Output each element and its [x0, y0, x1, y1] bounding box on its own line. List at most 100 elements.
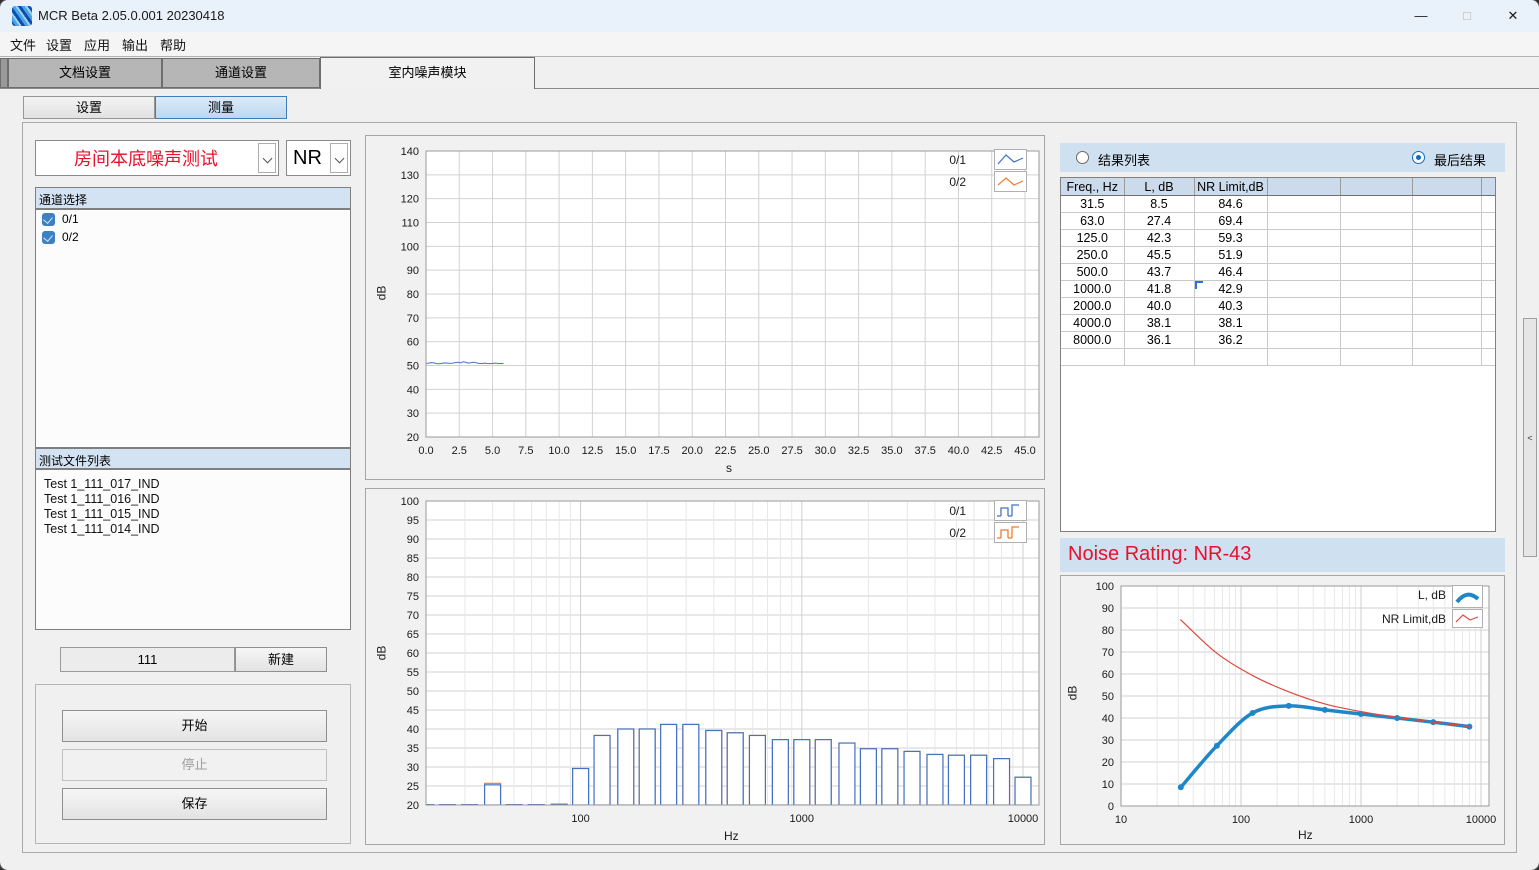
results-mode-bar: 结果列表 最后结果: [1060, 143, 1505, 172]
save-button[interactable]: 保存: [62, 788, 327, 820]
svg-text:45.0: 45.0: [1014, 445, 1035, 457]
svg-text:65: 65: [407, 629, 419, 641]
svg-text:60: 60: [407, 648, 419, 660]
file-listbox[interactable]: Test 1_111_017_IND Test 1_111_016_IND Te…: [35, 469, 351, 630]
svg-text:70: 70: [407, 313, 419, 325]
subtab-measure[interactable]: 测量: [155, 96, 287, 119]
table-cell: 40.0: [1124, 298, 1194, 315]
noise-rating-text: Noise Rating: NR-43: [1068, 543, 1251, 566]
table-row[interactable]: 31.58.584.6: [1061, 196, 1495, 213]
table-row[interactable]: [1061, 349, 1495, 366]
table-cell: [1124, 349, 1194, 366]
file-list-item[interactable]: Test 1_111_016_IND: [44, 492, 350, 507]
table-cell: [1481, 196, 1495, 213]
table-cell: [1412, 315, 1481, 332]
table-row[interactable]: 1000.041.842.9: [1061, 281, 1495, 298]
table-cell: [1267, 332, 1340, 349]
table-cell: [1267, 196, 1340, 213]
table-cell: [1340, 332, 1412, 349]
table-cell: 84.6: [1194, 196, 1267, 213]
table-row[interactable]: 63.027.469.4: [1061, 213, 1495, 230]
svg-text:90: 90: [407, 265, 419, 277]
results-table-header: Freq., Hz: [1061, 178, 1124, 196]
table-cell: [1481, 230, 1495, 247]
rating-combo[interactable]: NR: [286, 140, 351, 176]
test-type-combo[interactable]: 房间本底噪声测试: [35, 140, 279, 176]
table-cell: [1412, 196, 1481, 213]
radio-last-result[interactable]: [1412, 151, 1425, 164]
checkbox-checked-icon[interactable]: [42, 213, 55, 226]
file-list-item[interactable]: Test 1_111_017_IND: [44, 477, 350, 492]
maximize-button[interactable]: □: [1444, 0, 1490, 32]
svg-text:50: 50: [1102, 691, 1114, 703]
channel-listbox[interactable]: 0/1 0/2: [35, 209, 351, 448]
table-cell: [1481, 332, 1495, 349]
test-type-dropdown-button[interactable]: [258, 143, 276, 173]
checkbox-checked-icon[interactable]: [42, 231, 55, 244]
menu-help[interactable]: 帮助: [156, 35, 190, 53]
svg-text:1000: 1000: [1349, 814, 1373, 826]
table-cell: 69.4: [1194, 213, 1267, 230]
table-row[interactable]: 4000.038.138.1: [1061, 315, 1495, 332]
channel-item-0-1[interactable]: 0/1: [42, 212, 350, 228]
svg-text:50: 50: [407, 361, 419, 373]
table-row[interactable]: 250.045.551.9: [1061, 247, 1495, 264]
table-cell: [1340, 264, 1412, 281]
svg-text:10000: 10000: [1008, 813, 1039, 825]
table-cell: [1481, 213, 1495, 230]
svg-text:100: 100: [571, 813, 589, 825]
panel-collapse-button[interactable]: <: [1523, 318, 1537, 557]
table-row[interactable]: 125.042.359.3: [1061, 230, 1495, 247]
table-row[interactable]: 2000.040.040.3: [1061, 298, 1495, 315]
time-legend-label-2: 0/2: [866, 175, 966, 189]
table-cell: [1481, 281, 1495, 298]
channel-label: 0/2: [62, 230, 79, 244]
svg-text:10000: 10000: [1466, 814, 1497, 826]
radio-result-list[interactable]: [1076, 151, 1089, 164]
stop-button[interactable]: 停止: [62, 749, 327, 781]
table-row[interactable]: 500.043.746.4: [1061, 264, 1495, 281]
menu-bar: 文件 设置 应用 输出 帮助: [0, 32, 1539, 56]
svg-text:60: 60: [1102, 669, 1114, 681]
table-cell: [1481, 264, 1495, 281]
tabstrip-bottom-line: [0, 88, 1539, 89]
svg-text:10.0: 10.0: [548, 445, 569, 457]
svg-text:70: 70: [1102, 647, 1114, 659]
file-list-item[interactable]: Test 1_111_014_IND: [44, 522, 350, 537]
start-button[interactable]: 开始: [62, 710, 327, 742]
table-cell: 36.1: [1124, 332, 1194, 349]
menu-output[interactable]: 输出: [118, 35, 152, 53]
table-cell: 41.8: [1124, 281, 1194, 298]
channel-item-0-2[interactable]: 0/2: [42, 230, 350, 246]
menu-file[interactable]: 文件: [6, 35, 40, 53]
menu-settings[interactable]: 设置: [42, 35, 76, 53]
svg-text:55: 55: [407, 667, 419, 679]
rating-dropdown-button[interactable]: [330, 143, 348, 173]
table-cell: 43.7: [1124, 264, 1194, 281]
svg-text:0: 0: [1108, 801, 1114, 813]
table-cell: [1412, 230, 1481, 247]
nr-chart-y-axis-label: dB: [1065, 686, 1079, 701]
tab-indoor-noise-module[interactable]: 室内噪声模块: [320, 57, 535, 89]
table-cell: [1340, 213, 1412, 230]
file-list-item[interactable]: Test 1_111_015_IND: [44, 507, 350, 522]
svg-text:100: 100: [401, 496, 419, 508]
menu-apply[interactable]: 应用: [80, 35, 114, 53]
file-name-input[interactable]: 111: [60, 647, 235, 672]
results-table-container: Freq., HzL, dBNR Limit,dB31.58.584.663.0…: [1060, 177, 1496, 532]
table-row[interactable]: 8000.036.136.2: [1061, 332, 1495, 349]
table-cell: [1340, 349, 1412, 366]
subtab-settings[interactable]: 设置: [23, 96, 155, 119]
minimize-button[interactable]: —: [1398, 0, 1444, 32]
svg-text:10: 10: [1115, 814, 1127, 826]
table-cell: 51.9: [1194, 247, 1267, 264]
table-cell: 500.0: [1061, 264, 1124, 281]
results-table-header: [1412, 178, 1481, 196]
tab-channel-settings[interactable]: 通道设置: [162, 58, 320, 88]
close-button[interactable]: ✕: [1490, 0, 1536, 32]
svg-text:25: 25: [407, 781, 419, 793]
table-cell: [1481, 315, 1495, 332]
new-button[interactable]: 新建: [235, 647, 327, 672]
tab-document-settings[interactable]: 文档设置: [8, 58, 162, 88]
spectrum-x-axis-label: Hz: [724, 829, 739, 843]
